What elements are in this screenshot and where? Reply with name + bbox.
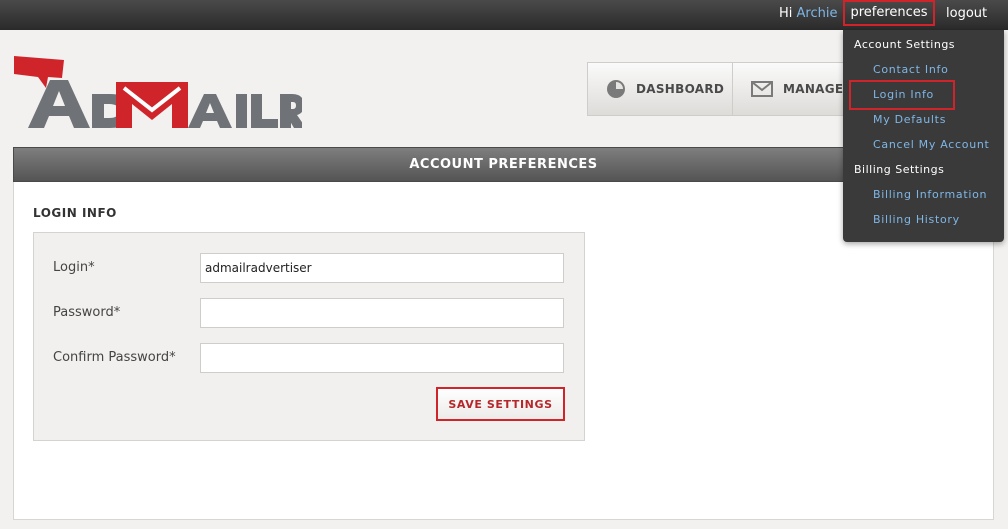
preferences-dropdown [843,30,1004,242]
menu-item-my-defaults[interactable]: My Defaults [873,113,946,126]
menu-item-cancel-account[interactable]: Cancel My Account [873,138,990,151]
preferences-link[interactable]: preferences [843,0,935,26]
password-input[interactable] [200,298,564,328]
login-label: Login* [53,260,95,275]
confirm-password-input[interactable] [200,343,564,373]
greeting: Hi Archie [779,6,837,21]
billing-settings-heading: Billing Settings [854,163,945,176]
admailr-logo[interactable] [12,52,306,132]
pie-chart-icon [606,79,626,99]
envelope-icon [751,81,773,97]
login-info-selected-highlight [849,80,955,110]
confirm-password-label: Confirm Password* [53,350,176,365]
logout-link[interactable]: logout [946,6,987,21]
nav-manage-button[interactable]: MANAGE [733,62,853,116]
menu-item-contact-info[interactable]: Contact Info [873,63,949,76]
main-nav: DASHBOARD MANAGE [587,62,853,116]
save-settings-button[interactable]: SAVE SETTINGS [436,387,565,421]
nav-dashboard-label: DASHBOARD [636,82,725,96]
account-settings-heading: Account Settings [854,38,956,51]
password-label: Password* [53,305,121,320]
user-name-link[interactable]: Archie [797,6,838,21]
greeting-text: Hi [779,6,793,21]
nav-dashboard-button[interactable]: DASHBOARD [587,62,733,116]
menu-item-billing-information[interactable]: Billing Information [873,188,987,201]
menu-item-billing-history[interactable]: Billing History [873,213,960,226]
nav-manage-label: MANAGE [783,82,844,96]
section-title: LOGIN INFO [33,206,117,220]
login-input[interactable] [200,253,564,283]
